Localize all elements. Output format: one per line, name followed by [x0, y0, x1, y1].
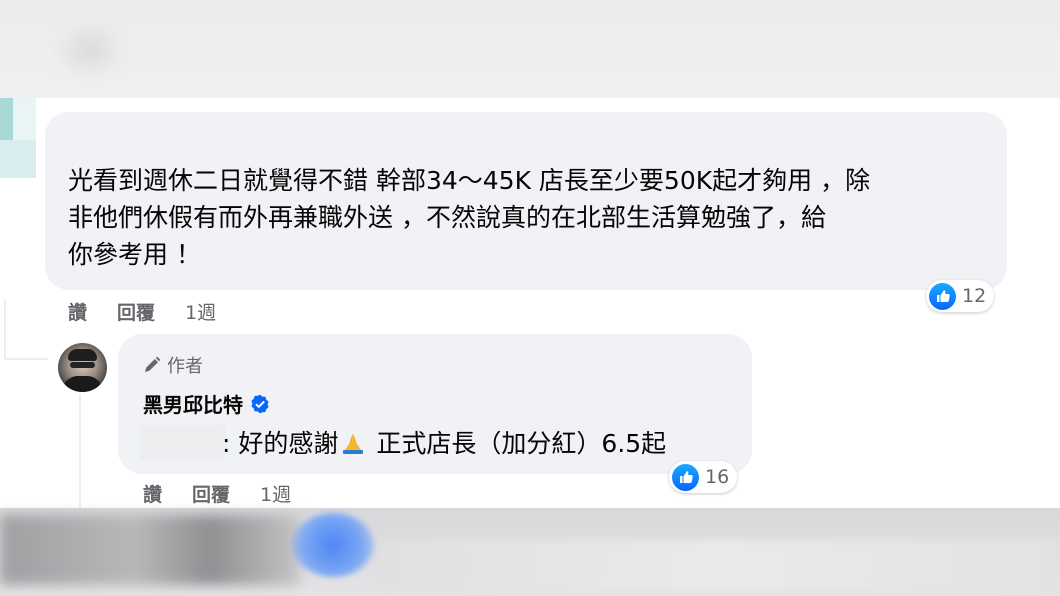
background-top-band	[0, 0, 1060, 98]
reaction-count: 12	[962, 285, 987, 307]
reply-text-before: 好的感謝	[238, 429, 339, 458]
reply-actions: 讚 回覆 1週	[143, 480, 291, 507]
timestamp-link[interactable]: 1週	[260, 480, 291, 507]
reaction-count: 16	[705, 466, 730, 488]
author-badge-label: 作者	[167, 356, 203, 377]
edge-decoration	[0, 140, 36, 178]
avatar[interactable]	[58, 343, 107, 392]
thread-connector	[4, 358, 48, 360]
blurred-element	[380, 540, 1060, 590]
pencil-icon	[145, 356, 161, 372]
comment-text: 光看到週休二日就覺得不錯 幹部34～45K 店長至少要50K起才夠用 ，除 非他…	[68, 166, 871, 269]
like-thumb-icon	[929, 282, 956, 310]
reply-author[interactable]: 黑男邱比特	[143, 389, 270, 418]
timestamp-link[interactable]: 1週	[185, 298, 216, 325]
thread-connector	[79, 394, 81, 508]
edge-decoration	[0, 98, 13, 140]
blurred-mention	[140, 425, 225, 460]
reply-text: : 好的感謝 正式店長（加分紅）6.5起	[222, 429, 667, 458]
comment-actions: 讚 回覆 1週	[68, 298, 216, 325]
author-name[interactable]: 黑男邱比特	[143, 389, 243, 418]
like-button[interactable]: 讚	[143, 480, 162, 507]
edge-decoration	[13, 98, 36, 140]
reply-text-after: 正式店長（加分紅）6.5起	[368, 429, 667, 458]
like-thumb-icon	[672, 463, 699, 491]
thread-connector	[4, 300, 6, 358]
blurred-element	[55, 20, 125, 80]
author-badge: 作者	[143, 352, 203, 378]
reply-reaction-summary[interactable]: 16	[669, 461, 738, 493]
comment-reaction-summary[interactable]: 12	[926, 280, 995, 312]
verified-badge-icon	[251, 394, 269, 413]
like-button[interactable]: 讚	[68, 298, 87, 325]
pray-icon	[343, 434, 364, 454]
reply-button[interactable]: 回覆	[117, 298, 155, 325]
reply-button[interactable]: 回覆	[192, 480, 230, 507]
blurred-element	[0, 515, 300, 585]
blurred-element	[292, 513, 374, 577]
